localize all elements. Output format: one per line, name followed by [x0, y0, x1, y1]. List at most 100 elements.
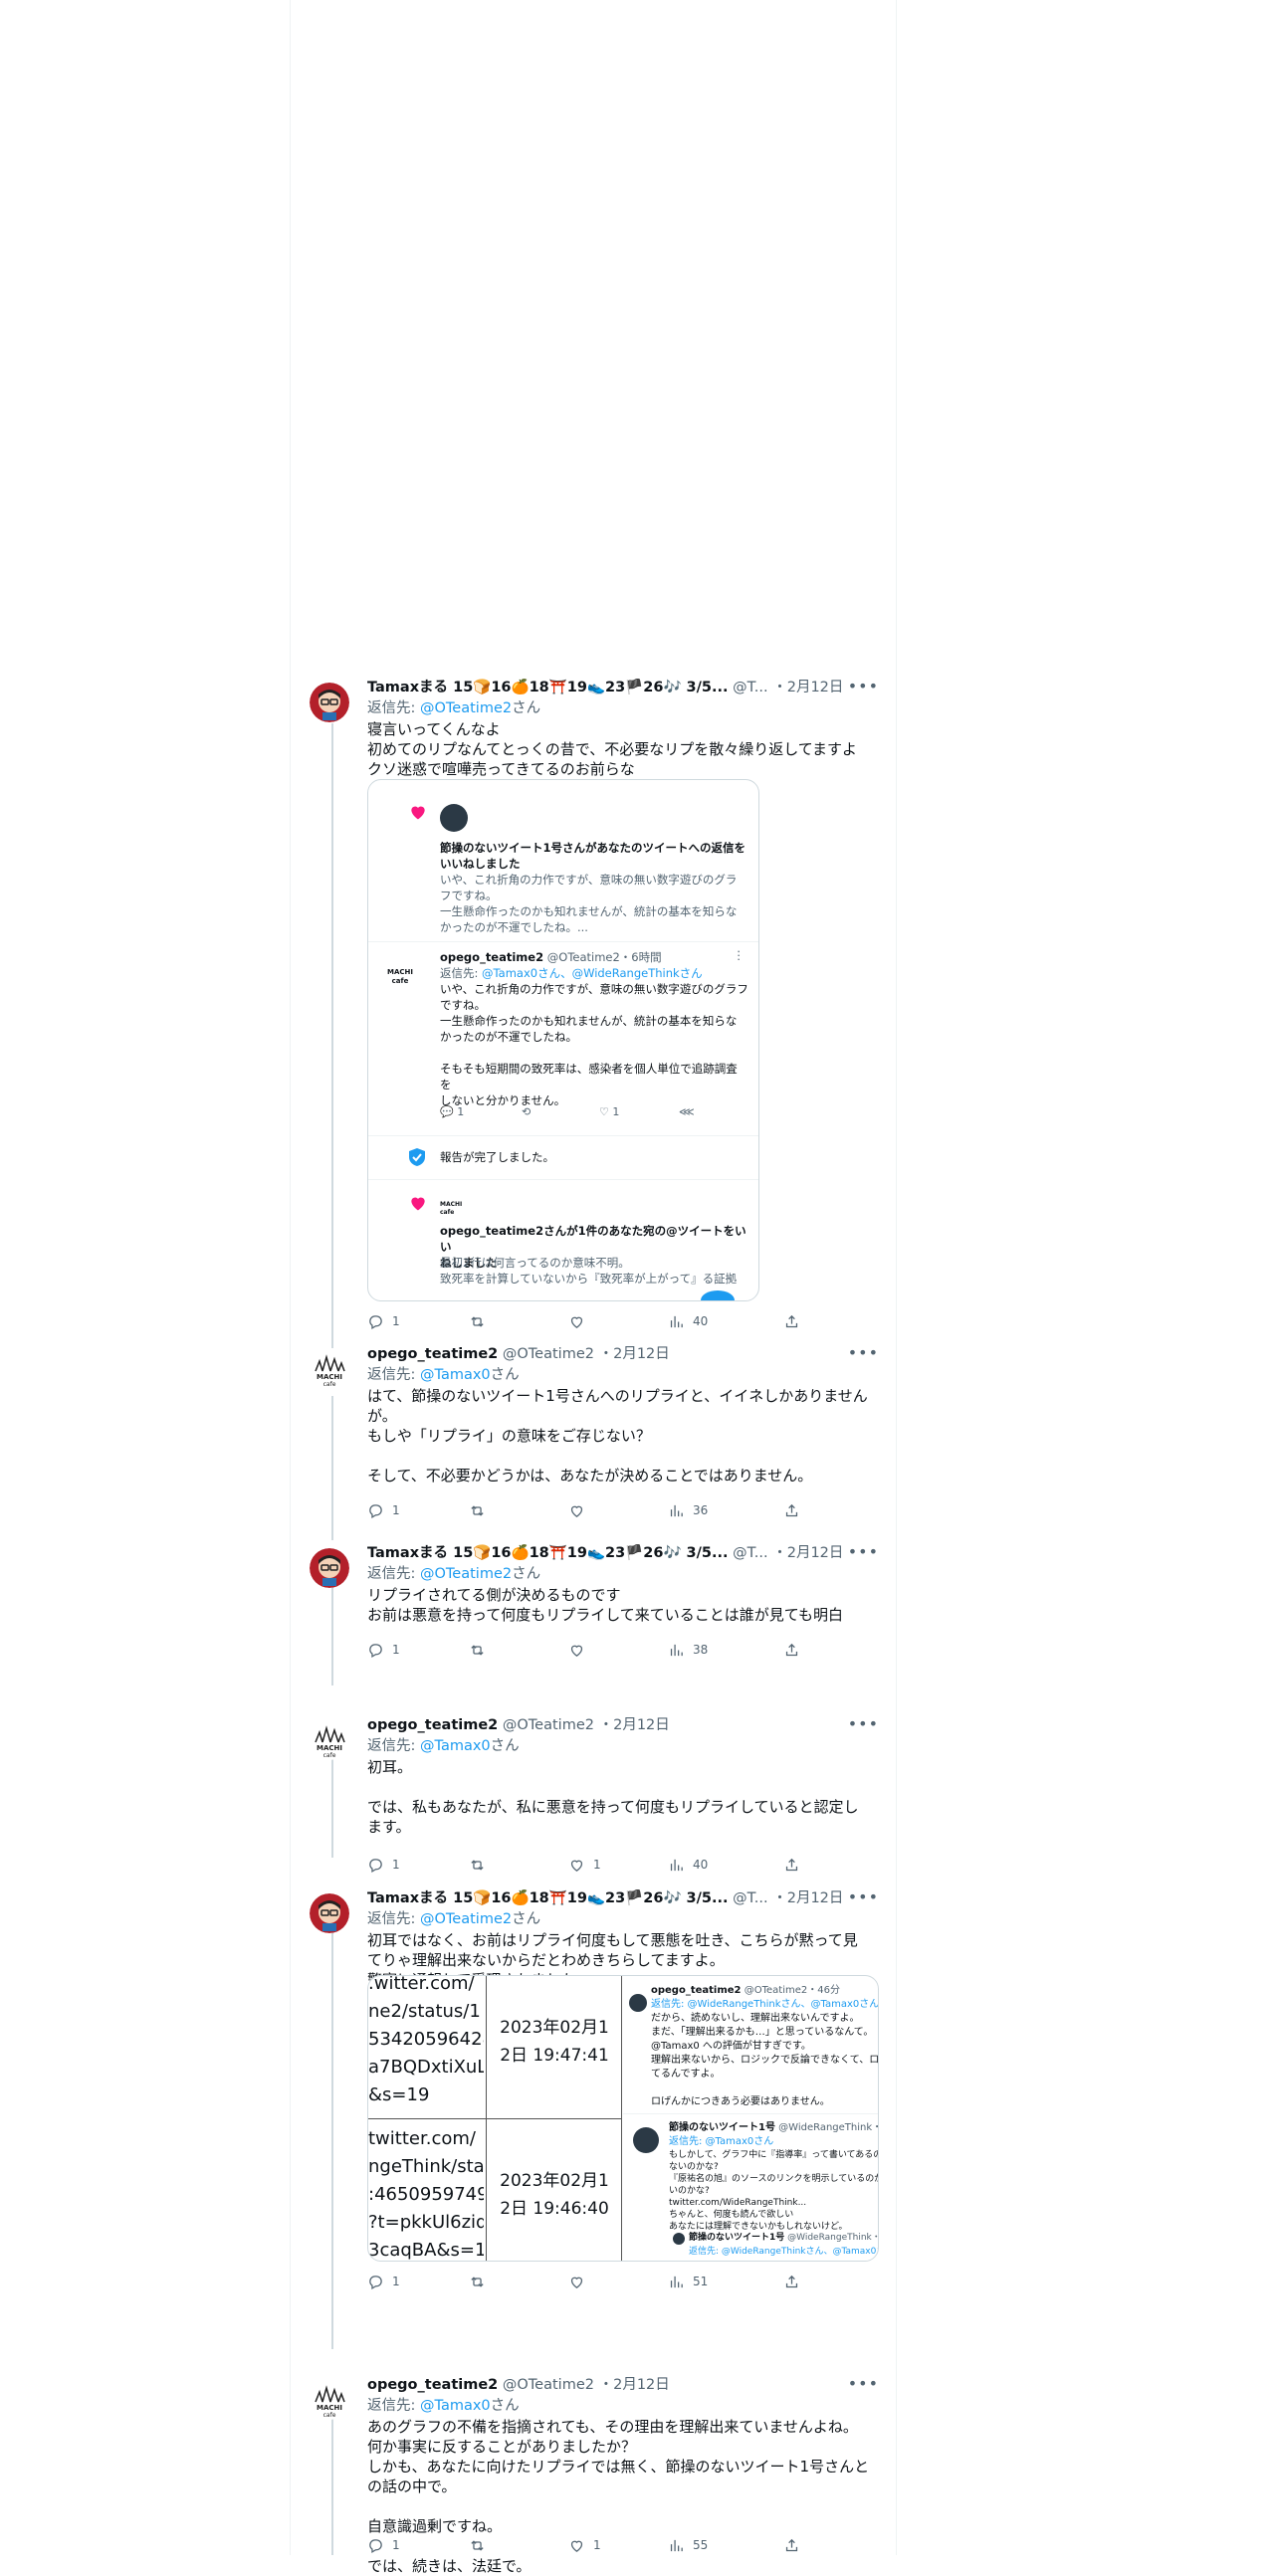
- retweet-button[interactable]: [469, 2272, 494, 2291]
- display-name[interactable]: opego_teatime2: [367, 2377, 498, 2393]
- tweet-image[interactable]: 節操のないツイート1号さんがあなたのツイートへの返信を いいねしました いや、こ…: [367, 779, 759, 1301]
- more-icon[interactable]: •••: [848, 2374, 879, 2393]
- tweet[interactable]: Tamaxまる 15🍞16🍊18⛩️19👟23🏴26🎶 3/5... @T...…: [290, 677, 895, 1353]
- user-handle[interactable]: @T...: [733, 1545, 767, 1561]
- embedded-reply-to: 返信先: @Tamax0さん: [669, 2136, 774, 2147]
- embedded-meta: @OTeatime2・6時間: [546, 950, 662, 964]
- share-button[interactable]: [783, 1640, 800, 1660]
- more-icon[interactable]: •••: [848, 1714, 879, 1733]
- views-button[interactable]: 51: [668, 2272, 708, 2291]
- tweet[interactable]: Tamaxまる 15🍞16🍊18⛩️19👟23🏴26🎶 3/5... @T...…: [290, 1542, 895, 1672]
- reply-mention[interactable]: @Tamax0: [420, 1367, 491, 1383]
- avatar[interactable]: MACHI cafe: [310, 1349, 349, 1389]
- like-icon: [570, 1505, 583, 1517]
- share-button[interactable]: [783, 1311, 800, 1331]
- tweet[interactable]: MACHI cafe opego_teatime2 @OTeatime2 ・2月1…: [290, 2374, 895, 2575]
- tweet-date[interactable]: ・2月12日: [599, 1717, 670, 1733]
- reply-count: 1: [392, 1314, 400, 1328]
- reply-mention[interactable]: @Tamax0: [420, 1738, 491, 1754]
- reply-button[interactable]: 1: [367, 1311, 400, 1331]
- avatar[interactable]: [310, 683, 349, 722]
- reply-count: 1: [392, 2538, 400, 2552]
- display-name[interactable]: opego_teatime2: [367, 1717, 498, 1733]
- tweet-date[interactable]: ・2月12日: [599, 1346, 670, 1362]
- embedded-name: opego_teatime2: [651, 1985, 742, 1996]
- tweet[interactable]: MACHI cafe opego_teatime2 @OTeatime2 ・2月1…: [290, 1343, 895, 1532]
- more-icon[interactable]: •••: [848, 1343, 879, 1362]
- views-icon: [670, 1644, 683, 1656]
- display-name[interactable]: Tamaxまる 15🍞16🍊18⛩️19👟23🏴26🎶 3/5...: [367, 1890, 729, 1906]
- tweet-date[interactable]: ・2月12日: [772, 1890, 843, 1906]
- user-handle[interactable]: @OTeatime2: [503, 2377, 594, 2393]
- views-button[interactable]: 55: [668, 2535, 708, 2555]
- reply-button[interactable]: 1: [367, 1500, 400, 1520]
- embedded-reply-to: @Tamax0さん、@WideRangeThinkさん: [482, 966, 703, 980]
- more-icon[interactable]: •••: [848, 677, 879, 695]
- tweet-header: opego_teatime2 @OTeatime2 ・2月12日: [367, 2374, 879, 2396]
- retweet-button[interactable]: [469, 1500, 494, 1520]
- reply-button[interactable]: 1: [367, 2272, 400, 2291]
- embedded-reply-to: 返信先: @WideRangeThinkさん、@Tamax0さん、他: [689, 2247, 878, 2257]
- more-icon[interactable]: •••: [848, 1542, 879, 1561]
- tweet[interactable]: MACHI cafe opego_teatime2 @OTeatime2 ・2月1…: [290, 1714, 895, 1874]
- tweet-actions: 1 38: [367, 1640, 805, 1660]
- tweet-date[interactable]: ・2月12日: [772, 1545, 843, 1561]
- retweet-button[interactable]: [469, 1855, 494, 1875]
- tweet-image[interactable]: .witter.com/ ne2/status/1 53420596428 a7…: [367, 1975, 879, 2262]
- user-handle[interactable]: @T...: [733, 680, 767, 695]
- tweet-date[interactable]: ・2月12日: [599, 2377, 670, 2393]
- reply-mention[interactable]: @OTeatime2: [420, 1911, 512, 1927]
- like-button[interactable]: [568, 1500, 593, 1520]
- reply-icon: [369, 1503, 382, 1518]
- reply-button[interactable]: 1: [367, 1855, 400, 1875]
- embedded-reply-to: 返信先: @WideRangeThinkさん、@Tamax0さん: [651, 1999, 878, 2010]
- views-button[interactable]: 40: [668, 1311, 708, 1331]
- reply-icon: [369, 1858, 382, 1873]
- reply-suffix: さん: [512, 700, 541, 716]
- avatar[interactable]: MACHI cafe: [310, 1720, 349, 1760]
- views-icon: [670, 1859, 683, 1871]
- display-name[interactable]: opego_teatime2: [367, 1346, 498, 1362]
- retweet-button[interactable]: [469, 1640, 494, 1660]
- share-button[interactable]: [783, 1855, 800, 1875]
- avatar[interactable]: MACHI cafe: [310, 2380, 349, 2420]
- share-button[interactable]: [783, 2535, 800, 2555]
- tweet-header: Tamaxまる 15🍞16🍊18⛩️19👟23🏴26🎶 3/5... @T...…: [367, 1542, 879, 1564]
- retweet-button[interactable]: [469, 2535, 494, 2555]
- tweet-date[interactable]: ・2月12日: [772, 680, 843, 695]
- like-icon: [570, 1860, 583, 1872]
- like-button[interactable]: 1: [568, 1855, 601, 1875]
- shield-icon: [408, 1147, 426, 1171]
- reply-context: 返信先: @OTeatime2さん: [367, 1909, 879, 1929]
- reply-mention[interactable]: @OTeatime2: [420, 1566, 512, 1582]
- reply-mention[interactable]: @OTeatime2: [420, 700, 512, 716]
- reply-button[interactable]: 1: [367, 2535, 400, 2555]
- like-button[interactable]: 1: [568, 2535, 601, 2555]
- tweet[interactable]: Tamaxまる 15🍞16🍊18⛩️19👟23🏴26🎶 3/5... @T...…: [290, 1887, 895, 2305]
- reply-mention[interactable]: @Tamax0: [420, 2398, 491, 2414]
- retweet-button[interactable]: [469, 1311, 494, 1331]
- reply-button[interactable]: 1: [367, 1640, 400, 1660]
- tweet-text: 初耳。 では、私もあなたが、私に悪意を持って何度もリプライしていると認定し ます…: [367, 1758, 859, 1836]
- views-button[interactable]: 38: [668, 1640, 708, 1660]
- more-icon[interactable]: •••: [848, 1887, 879, 1906]
- user-handle[interactable]: @OTeatime2: [503, 1717, 594, 1733]
- views-button[interactable]: 40: [668, 1855, 708, 1875]
- like-button[interactable]: [568, 1640, 593, 1660]
- reply-prefix: 返信先:: [367, 1738, 420, 1754]
- reply-count: 1: [392, 2275, 400, 2288]
- avatar[interactable]: [310, 1548, 349, 1588]
- user-handle[interactable]: @OTeatime2: [503, 1346, 594, 1362]
- share-button[interactable]: [783, 2272, 800, 2291]
- views-count: 51: [693, 2275, 709, 2288]
- views-button[interactable]: 36: [668, 1500, 708, 1520]
- share-button[interactable]: [783, 1500, 800, 1520]
- like-button[interactable]: [568, 1311, 593, 1331]
- display-name[interactable]: Tamaxまる 15🍞16🍊18⛩️19👟23🏴26🎶 3/5...: [367, 1545, 729, 1561]
- like-button[interactable]: [568, 2272, 593, 2291]
- display-name[interactable]: Tamaxまる 15🍞16🍊18⛩️19👟23🏴26🎶 3/5...: [367, 680, 729, 695]
- avatar[interactable]: [310, 1893, 349, 1933]
- reply-suffix: さん: [490, 1738, 520, 1754]
- reply-context: 返信先: @OTeatime2さん: [367, 1564, 879, 1584]
- user-handle[interactable]: @T...: [733, 1890, 767, 1906]
